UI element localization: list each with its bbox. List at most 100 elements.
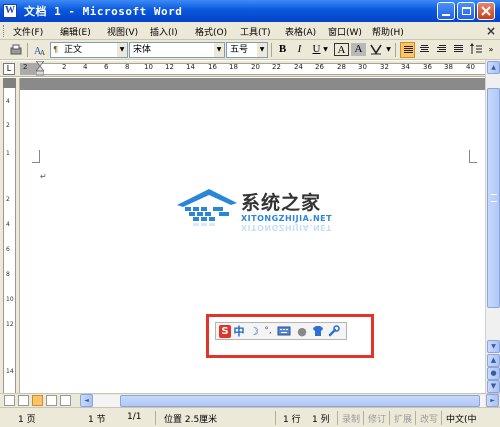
- character-shading-button[interactable]: A: [351, 43, 366, 56]
- watermark-brand-reflection: XITONGZHIJIA.NET: [241, 223, 333, 232]
- vertical-ruler-tick: 2: [6, 122, 10, 129]
- italic-button[interactable]: I: [292, 42, 307, 58]
- ruler-tick: 36: [423, 63, 432, 71]
- crop-mark-right: [469, 150, 477, 163]
- vertical-scroll-thumb[interactable]: [487, 88, 500, 308]
- style-select[interactable]: ¶ 正文 ▼: [50, 42, 128, 58]
- status-language[interactable]: 中文(中: [446, 412, 477, 425]
- toolbar-options-chevron[interactable]: »: [485, 42, 497, 58]
- vertical-ruler-strip[interactable]: [3, 88, 16, 393]
- next-page-button[interactable]: ▼: [487, 380, 500, 393]
- window-title: 文档 1 - Microsoft Word: [24, 5, 183, 18]
- select-browse-object-button[interactable]: ●: [487, 367, 500, 380]
- soft-keyboard-icon[interactable]: [277, 325, 291, 338]
- character-scaling-button[interactable]: [369, 42, 384, 58]
- line-spacing-icon: [469, 43, 482, 54]
- menu-window[interactable]: 窗口(W): [328, 25, 362, 38]
- vertical-ruler-tick: 2: [6, 196, 10, 203]
- ruler-tick: 20: [251, 63, 260, 71]
- ime-chinese-mode-toggle[interactable]: 中: [233, 325, 245, 338]
- svg-text:A: A: [40, 49, 45, 57]
- status-record-macro[interactable]: 录制: [342, 412, 360, 425]
- line-spacing-button[interactable]: [468, 42, 483, 58]
- minimize-button[interactable]: [437, 2, 455, 20]
- indent-marker-icon[interactable]: [36, 61, 44, 76]
- status-separator: [415, 411, 416, 425]
- close-document-button[interactable]: ×: [486, 24, 496, 38]
- sogou-logo-icon[interactable]: S: [219, 325, 231, 338]
- menu-help[interactable]: 帮助(H): [372, 25, 404, 38]
- ruler-tick: 18: [229, 63, 238, 71]
- thumb-grip-icon: [491, 194, 497, 202]
- ime-toolbar[interactable]: S 中 ☽ °, ●: [215, 322, 347, 340]
- scroll-left-button[interactable]: ◄: [80, 394, 93, 407]
- ruler-tick: 24: [294, 63, 303, 71]
- formatting-toolbar: AA ¶ 正文 ▼ 宋体 ▼ 五号 ▼ B I U ▼ A A ▼ »: [0, 40, 500, 60]
- reading-layout-view-button[interactable]: [60, 395, 71, 406]
- status-track-changes[interactable]: 修订: [368, 412, 386, 425]
- status-separator: [389, 411, 390, 425]
- settings-wrench-icon[interactable]: [328, 325, 340, 338]
- vertical-ruler-tick: 6: [6, 246, 10, 253]
- ruler-tick: 40: [466, 63, 475, 71]
- status-section: 1 节: [88, 415, 106, 425]
- print-layout-view-button[interactable]: [32, 395, 43, 406]
- horizontal-ruler: L 2 2 4 6 8 10 12 14 16 18 20 22 24 26 2…: [0, 61, 500, 77]
- toolbar-separator: [395, 43, 396, 57]
- align-center-button[interactable]: [417, 42, 432, 58]
- vertical-ruler-tick: 8: [6, 271, 10, 278]
- underline-dropdown[interactable]: ▼: [322, 42, 329, 58]
- skin-shirt-icon[interactable]: [312, 325, 324, 338]
- printer-icon: [10, 44, 22, 55]
- outline-view-button[interactable]: [46, 395, 57, 406]
- web-layout-view-button[interactable]: [18, 395, 29, 406]
- paragraph-style-icon: ¶: [53, 45, 59, 54]
- menu-table[interactable]: 表格(A): [285, 25, 316, 38]
- tab-selector[interactable]: L: [3, 63, 15, 75]
- scroll-down-button[interactable]: ▼: [487, 340, 500, 353]
- normal-view-button[interactable]: [4, 395, 15, 406]
- horizontal-scroll-thumb[interactable]: [120, 395, 480, 407]
- menu-file[interactable]: 文件(F): [13, 25, 43, 38]
- bold-button[interactable]: B: [275, 42, 290, 58]
- menubar-grip[interactable]: [3, 25, 6, 37]
- chevron-down-icon: ▼: [214, 43, 224, 57]
- scroll-up-button[interactable]: ▲: [487, 61, 500, 74]
- watermark-logo: 系统之家 XITONGZHIJIA.NET XITONGZHIJIA.NET: [175, 185, 365, 235]
- print-button[interactable]: [8, 42, 24, 58]
- status-overtype[interactable]: 改写: [420, 412, 438, 425]
- horizontal-scrollbar[interactable]: ◄: [80, 394, 485, 407]
- maximize-button[interactable]: [457, 2, 475, 20]
- status-separator: [337, 411, 338, 425]
- font-select[interactable]: 宋体 ▼: [129, 42, 225, 58]
- font-size-select[interactable]: 五号 ▼: [226, 42, 268, 58]
- horizontal-scrollbar-row: ◄ ►: [0, 393, 500, 407]
- previous-page-button[interactable]: ▲: [487, 354, 500, 367]
- close-button[interactable]: [477, 2, 495, 20]
- chevron-down-icon: ▼: [257, 43, 267, 57]
- house-logo-icon: [177, 189, 237, 226]
- distributed-align-button[interactable]: [451, 42, 466, 58]
- menu-tools[interactable]: 工具(T): [240, 25, 271, 38]
- styles-icon: AA: [34, 46, 45, 57]
- half-width-moon-icon[interactable]: ☽: [248, 325, 260, 338]
- align-right-button[interactable]: [434, 42, 449, 58]
- user-account-icon[interactable]: ●: [296, 325, 308, 338]
- align-justify-button[interactable]: [400, 42, 415, 58]
- menu-view[interactable]: 视图(V): [107, 25, 138, 38]
- word-app-icon[interactable]: W: [3, 4, 17, 18]
- status-position: 位置 2.5厘米: [164, 415, 218, 425]
- watermark-brand-cn: 系统之家: [241, 192, 322, 214]
- punctuation-icon[interactable]: °,: [262, 325, 274, 338]
- styles-pane-button[interactable]: AA: [32, 42, 48, 58]
- character-border-button[interactable]: A: [334, 43, 349, 56]
- vertical-ruler: 4 2 1 2 4 6 8 10 12 14: [0, 78, 20, 393]
- vertical-scrollbar[interactable]: ▲ ▼ ▲ ● ▼: [485, 60, 500, 393]
- menu-insert[interactable]: 插入(I): [150, 25, 178, 38]
- menu-format[interactable]: 格式(O): [195, 25, 227, 38]
- scroll-right-button[interactable]: ►: [486, 394, 499, 407]
- toolbar-separator: [271, 43, 272, 57]
- character-scaling-dropdown[interactable]: ▼: [385, 42, 392, 58]
- status-extend-selection[interactable]: 扩展: [394, 412, 412, 425]
- menu-edit[interactable]: 编辑(E): [60, 25, 91, 38]
